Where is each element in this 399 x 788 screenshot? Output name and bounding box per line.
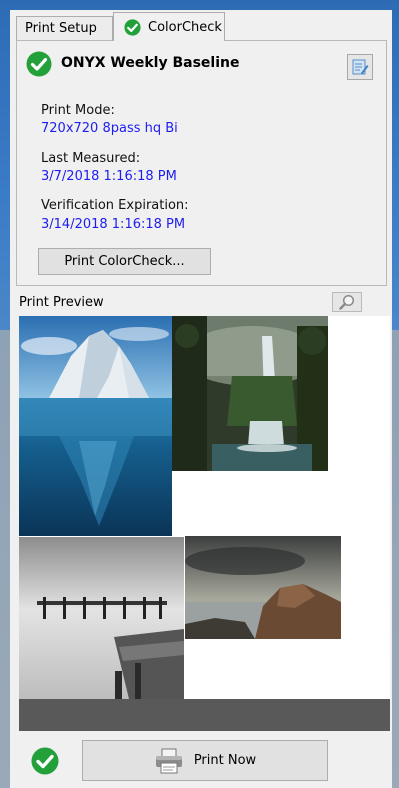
preview-image-rocks — [185, 536, 341, 639]
magnifier-icon — [339, 294, 355, 310]
edit-button[interactable] — [347, 54, 373, 80]
print-preview-label: Print Preview — [19, 295, 104, 310]
check-circle-icon — [26, 51, 52, 77]
tab-label: Print Setup — [25, 21, 97, 36]
verification-expiration-value: 3/14/2018 1:16:18 PM — [41, 217, 186, 232]
tab-label: ColorCheck — [148, 19, 222, 35]
print-preview-area — [19, 316, 390, 731]
tab-print-setup[interactable]: Print Setup — [16, 16, 113, 40]
print-now-button[interactable]: Print Now — [82, 740, 328, 781]
colorcheck-panel: ONYX Weekly Baseline Print Mode: 720x720… — [16, 40, 387, 286]
printer-icon — [155, 748, 182, 773]
preview-image-iceberg — [19, 316, 172, 536]
tab-colorcheck[interactable]: ColorCheck — [113, 12, 225, 41]
preview-image-waterfall — [172, 316, 328, 471]
last-measured-label: Last Measured: — [41, 151, 141, 166]
print-mode-value: 720x720 8pass hq Bi — [41, 121, 178, 136]
preview-image-pier — [19, 537, 184, 699]
print-now-label: Print Now — [193, 753, 257, 768]
print-colorcheck-button[interactable]: Print ColorCheck... — [38, 248, 211, 275]
preview-footer-bar — [19, 699, 390, 731]
check-circle-icon — [31, 747, 59, 775]
print-panel-window: Print Setup ColorCheck ONYX Weekly Basel… — [10, 10, 392, 788]
edit-icon — [352, 59, 369, 75]
panel-title: ONYX Weekly Baseline — [61, 55, 240, 71]
zoom-preview-button[interactable] — [332, 292, 362, 312]
last-measured-value: 3/7/2018 1:16:18 PM — [41, 169, 177, 184]
check-circle-icon — [124, 18, 141, 36]
print-mode-label: Print Mode: — [41, 103, 115, 118]
verification-expiration-label: Verification Expiration: — [41, 198, 189, 213]
